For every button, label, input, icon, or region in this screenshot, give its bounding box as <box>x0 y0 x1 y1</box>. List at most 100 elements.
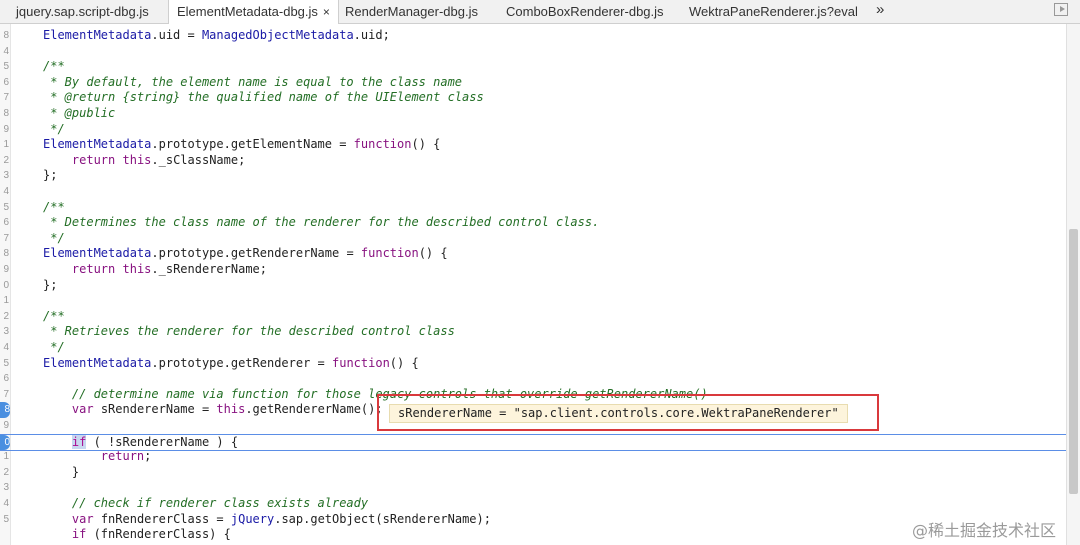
line-number[interactable]: 4 <box>0 184 9 200</box>
line-number[interactable]: 7 <box>0 387 9 403</box>
line-number[interactable]: 3 <box>0 168 9 184</box>
scrollbar-thumb[interactable] <box>1069 229 1078 494</box>
editor-tab-bar: jquery.sap.script-dbg.js ElementMetadata… <box>0 0 1080 24</box>
code-line: 8 * @public <box>0 106 1066 122</box>
line-number[interactable]: 9 <box>0 262 9 278</box>
tab-label: RenderManager-dbg.js <box>345 4 478 19</box>
close-icon[interactable]: × <box>323 5 330 19</box>
line-number[interactable]: 5 <box>0 59 9 75</box>
line-number[interactable]: 1 <box>0 449 9 465</box>
line-number[interactable]: 5 <box>0 356 9 372</box>
tab-overflow-icon[interactable]: » <box>876 0 884 23</box>
panel-toggle-icon[interactable] <box>1054 3 1068 16</box>
code-line: if (fnRendererClass) { <box>0 527 1066 543</box>
line-number[interactable]: 6 <box>0 215 9 231</box>
code-text: ElementMetadata.prototype.getElementName… <box>43 137 441 152</box>
code-text: if (fnRendererClass) { <box>71 527 231 542</box>
tab-render-manager[interactable]: RenderManager-dbg.js <box>345 0 478 23</box>
code-line: 2 return this._sClassName; <box>0 153 1066 169</box>
code-line: 7 * @return {string} the qualified name … <box>0 90 1066 106</box>
code-text: } <box>43 464 80 479</box>
tab-element-metadata[interactable]: ElementMetadata-dbg.js × <box>168 0 339 24</box>
code-line: 4 <box>0 184 1066 200</box>
line-number[interactable]: 2 <box>0 309 9 325</box>
tab-wektra-pane-renderer[interactable]: WektraPaneRenderer.js?eval <box>689 0 858 23</box>
code-text: ElementMetadata.uid = ManagedObjectMetad… <box>43 28 390 42</box>
line-number[interactable]: 1 <box>0 293 9 309</box>
code-text: * Determines the class name of the rende… <box>43 215 600 230</box>
line-number[interactable]: 6 <box>0 371 9 387</box>
code-line: 3 * Retrieves the renderer for the descr… <box>0 324 1066 340</box>
code-line: 9 return this._sRendererName; <box>0 262 1066 278</box>
line-number[interactable]: 8 <box>0 106 9 122</box>
code-text: /** <box>43 59 65 74</box>
code-text: var fnRendererClass = jQuery.sap.getObje… <box>71 511 491 526</box>
code-text: // check if renderer class exists alread… <box>43 496 369 510</box>
code-text: return; <box>100 449 152 464</box>
line-number[interactable]: 4 <box>0 496 9 512</box>
tab-label: ElementMetadata-dbg.js <box>177 4 318 19</box>
line-number[interactable]: 2 <box>0 465 9 481</box>
watermark: @稀土掘金技术社区 <box>912 521 1057 540</box>
line-number[interactable]: 8 <box>0 28 9 44</box>
code-line: 2 } <box>0 465 1066 481</box>
code-text: if ( !sRendererName ) { <box>71 434 239 449</box>
line-number[interactable]: 7 <box>0 90 9 106</box>
code-editor[interactable]: 8 ElementMetadata.uid = ManagedObjectMeta… <box>0 24 1066 545</box>
code-line: 5 ElementMetadata.prototype.getRenderer =… <box>0 356 1066 372</box>
line-number[interactable]: 6 <box>0 75 9 91</box>
code-line: 8 ElementMetadata.prototype.getRendererNa… <box>0 246 1066 262</box>
code-line: 9 */ <box>0 122 1066 138</box>
code-line: 1 <box>0 293 1066 309</box>
variable-value-popover: sRendererName = "sap.client.controls.cor… <box>377 394 879 431</box>
code-text: * By default, the element name is equal … <box>43 74 463 89</box>
line-number[interactable]: 8 <box>0 246 9 262</box>
line-number[interactable]: 9 <box>0 122 9 138</box>
breakpoint-marker[interactable]: 0 <box>0 434 10 451</box>
line-number[interactable]: 0 <box>0 278 9 294</box>
variable-value-text: sRendererName = "sap.client.controls.cor… <box>389 404 848 423</box>
code-line: 7 */ <box>0 231 1066 247</box>
code-line: 4 */ <box>0 340 1066 356</box>
line-number[interactable]: 4 <box>0 340 9 356</box>
code-text: }; <box>43 277 58 292</box>
code-line: 6 * Determines the class name of the ren… <box>0 215 1066 231</box>
code-text: * @return {string} the qualified name of… <box>43 90 484 105</box>
tab-jquery-sap-script[interactable]: jquery.sap.script-dbg.js <box>16 0 149 23</box>
breakpoint-marker[interactable]: 8 <box>0 402 10 418</box>
line-number[interactable]: 7 <box>0 231 9 247</box>
code-text: ElementMetadata.prototype.getRendererNam… <box>43 246 448 261</box>
code-line: 6 <box>0 371 1066 387</box>
line-number[interactable]: 2 <box>0 153 9 169</box>
code-line: 5 /** <box>0 200 1066 216</box>
code-text: /** <box>43 199 65 214</box>
code-text: }; <box>43 168 58 183</box>
code-line: 2 /** <box>0 309 1066 325</box>
vertical-scrollbar[interactable] <box>1066 24 1080 545</box>
code-line: 3 <box>0 480 1066 496</box>
code-line: 5 var fnRendererClass = jQuery.sap.getOb… <box>0 512 1066 528</box>
code-line: 1 return; <box>0 449 1066 465</box>
line-number[interactable]: 1 <box>0 137 9 153</box>
code-line: 4 <box>0 44 1066 60</box>
code-line: 6 * By default, the element name is equa… <box>0 75 1066 91</box>
tab-label: jquery.sap.script-dbg.js <box>16 4 149 19</box>
line-number[interactable]: 5 <box>0 200 9 216</box>
code-text: */ <box>43 340 65 354</box>
line-number[interactable]: 5 <box>0 512 9 528</box>
tab-label: ComboBoxRenderer-dbg.js <box>506 4 664 19</box>
code-line: 5 /** <box>0 59 1066 75</box>
code-text: return this._sClassName; <box>71 152 246 167</box>
line-number[interactable]: 3 <box>0 324 9 340</box>
tab-label: WektraPaneRenderer.js?eval <box>689 4 858 19</box>
code-line: 1 ElementMetadata.prototype.getElementNam… <box>0 137 1066 153</box>
code-text: * Retrieves the renderer for the describ… <box>43 324 455 339</box>
code-text: return this._sRendererName; <box>71 262 267 276</box>
code-text: var sRendererName = this.getRendererName… <box>71 402 383 417</box>
code-text: */ <box>43 121 65 136</box>
line-number[interactable]: 3 <box>0 480 9 496</box>
line-number[interactable]: 9 <box>0 418 9 434</box>
code-text: /** <box>43 308 65 323</box>
tab-combobox-renderer[interactable]: ComboBoxRenderer-dbg.js <box>506 0 664 23</box>
line-number[interactable]: 4 <box>0 44 9 60</box>
